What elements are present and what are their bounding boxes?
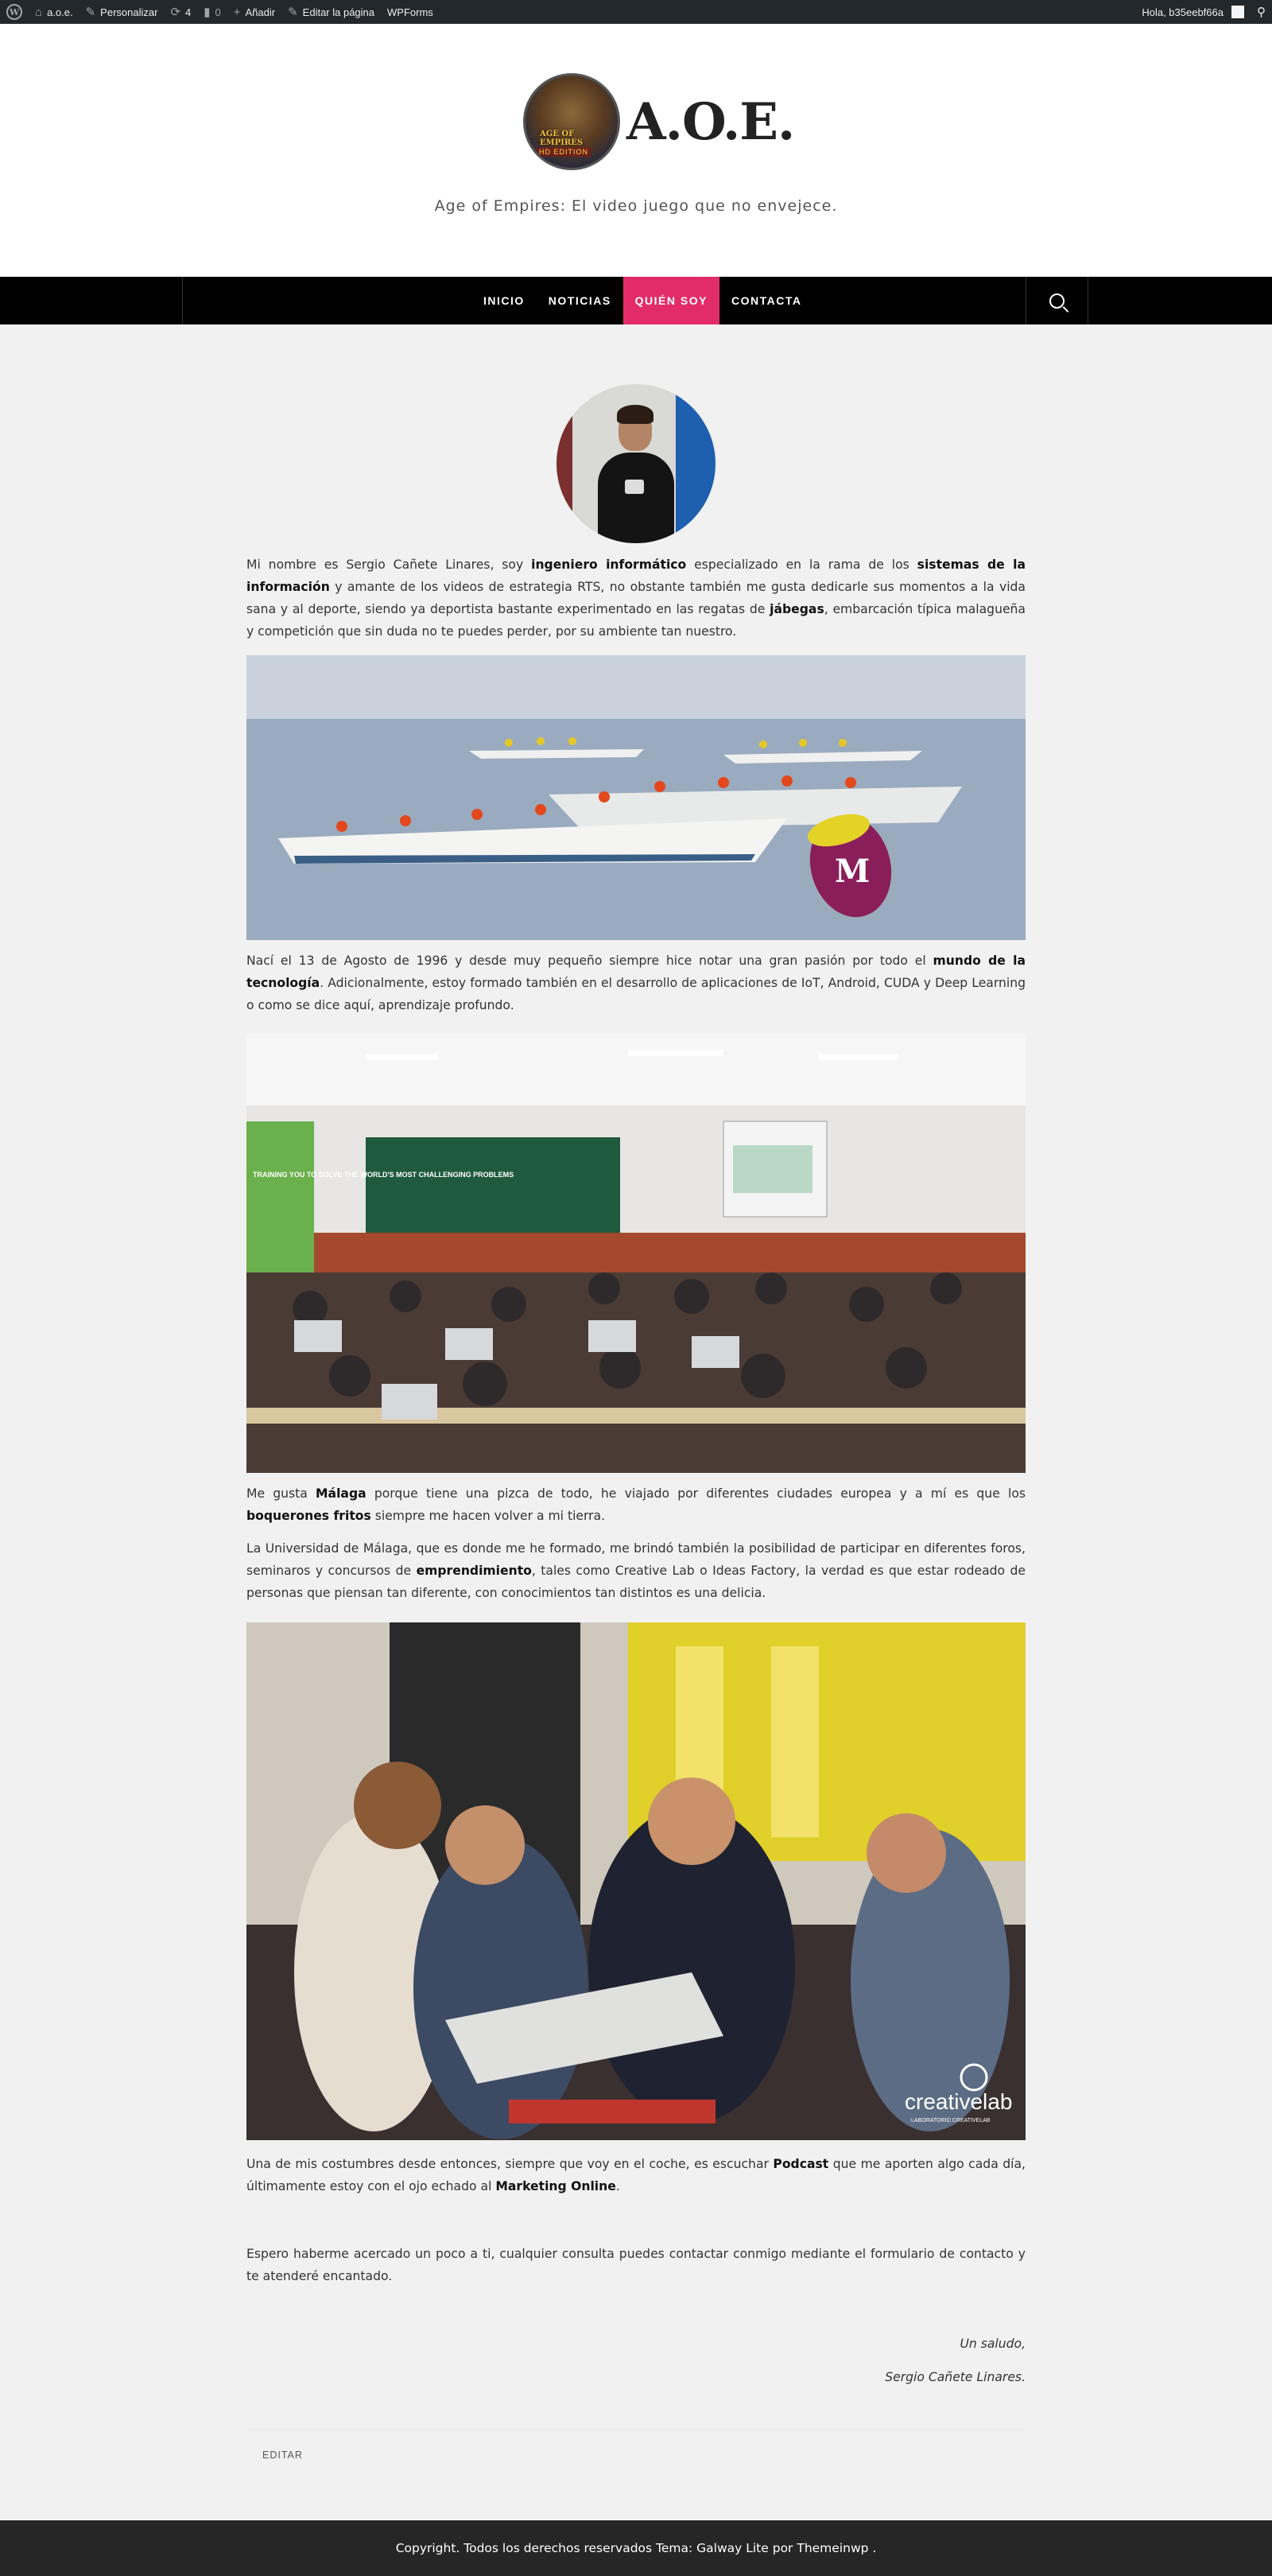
updates-link[interactable]: ⟳ 4 — [164, 0, 197, 24]
refresh-icon: ⟳ — [170, 5, 181, 19]
search-toggle-button[interactable] — [1026, 277, 1088, 324]
bold-text: jábegas — [770, 602, 824, 616]
text-span: siempre me hacen volver a mi tierra. — [370, 1509, 606, 1523]
rowing-illustration: M — [246, 655, 1026, 940]
profile-shirt — [598, 453, 674, 543]
classroom-illustration: TRAINING YOU TO SOLVE THE WORLD'S MOST C… — [246, 1034, 1026, 1473]
nav-item-noticias[interactable]: NOTICIAS — [537, 277, 623, 324]
updates-count: 4 — [185, 6, 192, 18]
text-span: porque tiene una pizca de todo, he viaja… — [366, 1486, 1026, 1501]
bold-text: Málaga — [316, 1486, 366, 1501]
brush-icon: ✎ — [85, 5, 96, 19]
customize-link[interactable]: ✎ Personalizar — [80, 0, 165, 24]
greeting-label: Hola, b35eebf66a — [1142, 6, 1224, 18]
add-new-label: Añadir — [245, 6, 276, 18]
site-name-menu[interactable]: ⌂ a.o.e. — [29, 0, 80, 24]
customize-label: Personalizar — [100, 6, 158, 18]
text-span: especializado en la rama de los — [686, 558, 917, 572]
creativelab-illustration: creativelab LABORATORIO CREATIVELAB — [246, 1622, 1026, 2140]
training-banner-text: TRAINING YOU TO SOLVE THE WORLD'S MOST C… — [253, 1171, 514, 1179]
site-title: A.O.E. — [626, 91, 795, 152]
bold-text: Podcast — [773, 2157, 829, 2171]
text-span: Una de mis costumbres desde entonces, si… — [246, 2157, 774, 2171]
creativelab-image: creativelab LABORATORIO CREATIVELAB — [246, 1622, 1026, 2140]
podcast-paragraph: Una de mis costumbres desde entonces, si… — [246, 2153, 1026, 2197]
main-navigation: INICIO NOTICIAS QUIÉN SOY CONTACTA — [0, 277, 1272, 324]
wpforms-menu[interactable]: WPForms — [381, 0, 440, 24]
text-span: Nací el 13 de Agosto de 1996 y desde muy… — [246, 954, 933, 968]
comment-icon: ▮ — [204, 5, 211, 19]
malaga-paragraph: Me gusta Málaga porque tiene una pizca d… — [246, 1482, 1026, 1527]
search-icon: ⚲ — [1257, 5, 1266, 19]
creativelab-subtitle: LABORATORIO CREATIVELAB — [911, 2118, 991, 2123]
site-branding-link[interactable]: AGE OF EMPIRES HD EDITION A.O.E. — [523, 73, 795, 170]
logo-title-text: AGE OF EMPIRES — [540, 130, 584, 147]
university-paragraph: La Universidad de Málaga, que es donde m… — [246, 1537, 1026, 1604]
pencil-icon: ✎ — [288, 5, 298, 19]
wp-admin-bar: W ⌂ a.o.e. ✎ Personalizar ⟳ 4 ▮ 0 + Añad… — [0, 0, 1272, 24]
jabegas-rowing-image: M — [246, 655, 1026, 940]
adminbar-search[interactable]: ⚲ — [1251, 0, 1272, 24]
svg-text:M: M — [835, 853, 870, 890]
classroom-image: TRAINING YOU TO SOLVE THE WORLD'S MOST C… — [246, 1034, 1026, 1473]
bold-text: emprendimiento — [416, 1564, 532, 1578]
profile-hair — [617, 405, 653, 424]
nav-divider — [182, 277, 183, 324]
primary-menu: INICIO NOTICIAS QUIÉN SOY CONTACTA — [471, 277, 813, 324]
comments-link[interactable]: ▮ 0 — [197, 0, 227, 24]
closing-paragraph: Espero haberme acercado un poco a ti, cu… — [246, 2247, 1026, 2283]
add-new-menu[interactable]: + Añadir — [227, 0, 281, 24]
wordpress-menu[interactable]: W — [0, 0, 29, 24]
nav-item-contacta[interactable]: CONTACTA — [719, 277, 813, 324]
nav-item-quien-soy[interactable]: QUIÉN SOY — [622, 277, 719, 324]
edit-page-link[interactable]: ✎ Editar la página — [281, 0, 381, 24]
comments-count: 0 — [215, 6, 221, 18]
text-span: . Adicionalmente, estoy formado también … — [246, 976, 1026, 1012]
wpforms-label: WPForms — [387, 6, 433, 18]
nav-item-inicio[interactable]: INICIO — [471, 277, 537, 324]
site-tagline: Age of Empires: El video juego que no en… — [434, 197, 838, 215]
plus-icon: + — [233, 5, 241, 19]
bold-text: ingeniero informático — [531, 558, 687, 572]
avatar — [1231, 6, 1244, 18]
text-span: . — [615, 2179, 620, 2193]
site-name-label: a.o.e. — [47, 6, 73, 18]
bold-text: boquerones fritos — [246, 1509, 371, 1523]
edit-link[interactable]: EDITAR — [262, 2450, 303, 2461]
my-account-menu[interactable]: Hola, b35eebf66a — [1135, 0, 1251, 24]
home-icon: ⌂ — [35, 5, 43, 19]
copyright-text: Copyright. Todos los derechos reservados… — [395, 2541, 877, 2555]
profile-photo — [556, 384, 716, 543]
text-span: Me gusta — [246, 1486, 316, 1501]
site-header: AGE OF EMPIRES HD EDITION A.O.E. Age of … — [0, 24, 1272, 277]
site-logo: AGE OF EMPIRES HD EDITION — [523, 73, 620, 170]
wordpress-logo-icon: W — [6, 4, 22, 20]
signature-name: Sergio Cañete Linares. — [885, 2370, 1026, 2384]
edit-page-label: Editar la página — [302, 6, 375, 18]
profile-shirt-logo — [625, 480, 644, 494]
search-icon — [1049, 293, 1065, 309]
signature-greeting: Un saludo, — [960, 2337, 1026, 2351]
birth-paragraph: Nací el 13 de Agosto de 1996 y desde muy… — [246, 950, 1026, 1016]
site-footer: Copyright. Todos los derechos reservados… — [0, 2520, 1272, 2576]
bold-text: Marketing Online — [495, 2179, 616, 2193]
text-span: Mi nombre es Sergio Cañete Linares, soy — [246, 558, 532, 572]
creativelab-brand: creativelab — [905, 2089, 1012, 2114]
content-divider — [246, 2429, 1026, 2430]
intro-paragraph: Mi nombre es Sergio Cañete Linares, soy … — [246, 554, 1026, 643]
logo-edition-text: HD EDITION — [537, 147, 591, 157]
